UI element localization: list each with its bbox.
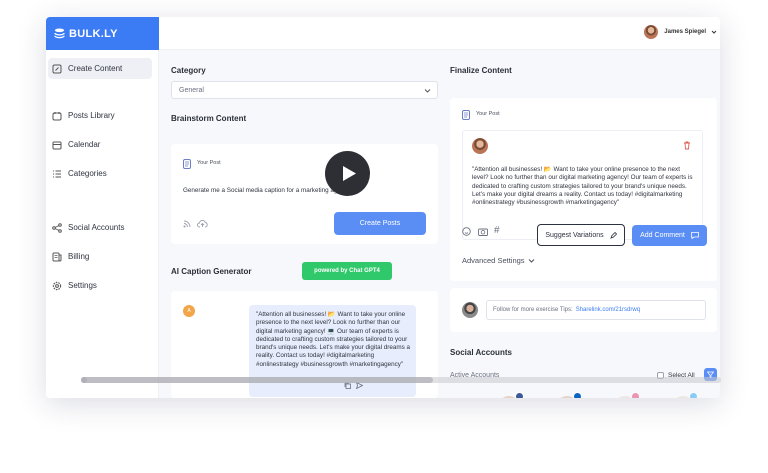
rss-icon[interactable] <box>183 220 191 228</box>
video-scrubber-knob[interactable] <box>81 377 87 383</box>
comment-icon <box>690 232 699 239</box>
sidebar-item-settings[interactable]: Settings <box>48 275 152 296</box>
suggest-variations-button[interactable]: Suggest Variations <box>537 224 625 246</box>
chevron-down-icon <box>711 30 717 34</box>
send-icon[interactable] <box>356 382 363 389</box>
pencil-icon <box>609 231 617 239</box>
category-value: General <box>179 86 204 94</box>
sidebar-item-posts-library[interactable]: Posts Library <box>48 105 152 126</box>
suggest-variations-label: Suggest Variations <box>545 231 604 239</box>
sidebar-item-create-content[interactable]: Create Content <box>48 58 152 79</box>
category-select[interactable]: General <box>171 81 438 99</box>
ai-caption-heading: AI Caption Generator <box>171 267 252 276</box>
twitter-icon <box>689 392 698 398</box>
add-comment-label: Add Comment <box>640 232 685 239</box>
logo-stack-icon <box>54 28 65 39</box>
post-document-icon <box>462 110 470 120</box>
prompt-text[interactable]: Generate me a Social media caption for a… <box>183 187 351 194</box>
sidebar-item-label: Posts Library <box>68 111 115 120</box>
user-name: James Spiegel <box>664 29 706 35</box>
hashtag-icon[interactable]: # <box>494 225 500 236</box>
post-text[interactable]: "Attention all businesses! 📂 Want to tak… <box>472 166 694 207</box>
add-comment-button[interactable]: Add Comment <box>632 225 707 246</box>
sidebar-item-label: Calendar <box>68 140 101 149</box>
play-button[interactable] <box>325 151 370 196</box>
list-icon <box>53 170 61 177</box>
chevron-down-icon <box>528 259 534 263</box>
cloud-upload-icon[interactable] <box>197 219 208 228</box>
brainstorm-card: Your Post Generate me a Social media cap… <box>171 144 438 244</box>
calendar-library-icon <box>52 111 62 120</box>
your-post-label: Your Post <box>476 111 500 117</box>
brand-name: BULK.LY <box>69 27 118 40</box>
advanced-settings-toggle[interactable]: Advanced Settings <box>462 256 535 265</box>
facebook-icon <box>515 392 524 398</box>
chat-message: "Attention all businesses! 📂 Want to tak… <box>256 311 410 368</box>
post-author-avatar <box>472 138 488 154</box>
user-menu[interactable]: James Spiegel <box>644 25 717 39</box>
sidebar-item-billing[interactable]: Billing <box>48 246 152 267</box>
chat-bubble: "Attention all businesses! 📂 Want to tak… <box>249 305 416 397</box>
category-heading: Category <box>171 66 206 75</box>
sidebar-item-label: Create Content <box>68 64 123 73</box>
top-bar: James Spiegel <box>159 17 720 50</box>
finalize-heading: Finalize Content <box>450 66 512 75</box>
brainstorm-heading: Brainstorm Content <box>171 114 247 123</box>
video-scrubber[interactable] <box>81 377 721 383</box>
instagram-icon <box>631 392 640 398</box>
trash-icon[interactable] <box>683 141 691 150</box>
commenter-avatar <box>462 302 478 318</box>
linkedin-icon <box>573 392 582 398</box>
assistant-avatar: A <box>183 305 195 317</box>
create-posts-button[interactable]: Create Posts <box>334 212 426 235</box>
sidebar: Create Content Posts Library Calendar Ca… <box>46 50 159 398</box>
sidebar-item-categories[interactable]: Categories <box>48 163 152 184</box>
your-post-label: Your Post <box>197 160 221 166</box>
share-icon <box>52 222 62 233</box>
brand-logo[interactable]: BULK.LY <box>46 17 159 50</box>
video-progress-fill <box>81 377 433 383</box>
avatar <box>644 25 659 39</box>
powered-by-badge: powered by Chat GPT4 <box>302 262 392 280</box>
post-document-icon <box>183 159 191 169</box>
play-icon <box>342 166 356 181</box>
copy-icon[interactable] <box>344 382 351 389</box>
pencil-square-icon <box>52 64 62 73</box>
emoji-icon[interactable] <box>462 227 471 236</box>
sidebar-item-label: Settings <box>68 281 97 290</box>
camera-icon[interactable] <box>478 227 488 236</box>
sidebar-item-social-accounts[interactable]: Social Accounts <box>48 217 152 238</box>
advanced-settings-label: Advanced Settings <box>462 256 525 265</box>
comment-placeholder: Follow for more exercise Tips: <box>493 307 573 313</box>
social-accounts-heading: Social Accounts <box>450 348 512 357</box>
sidebar-item-calendar[interactable]: Calendar <box>48 134 152 155</box>
sidebar-item-label: Billing <box>68 252 90 261</box>
comment-card: Follow for more exercise Tips: Sharelink… <box>450 288 717 332</box>
comment-link[interactable]: Sharelink.com/21rsdrwq <box>576 307 640 313</box>
comment-input[interactable]: Follow for more exercise Tips: Sharelink… <box>486 300 706 320</box>
gear-icon <box>52 281 62 290</box>
calendar-icon <box>52 141 62 149</box>
sidebar-item-label: Social Accounts <box>68 223 125 232</box>
billing-icon <box>52 252 62 261</box>
finalize-card: Your Post "Attention all businesses! 📂 W… <box>450 98 717 281</box>
app-window: BULK.LY Create Content Posts Library Cal… <box>46 17 720 398</box>
chevron-down-icon <box>424 89 431 93</box>
sidebar-item-label: Categories <box>68 169 107 178</box>
main-content: Category General Brainstorm Content Your… <box>159 50 720 398</box>
